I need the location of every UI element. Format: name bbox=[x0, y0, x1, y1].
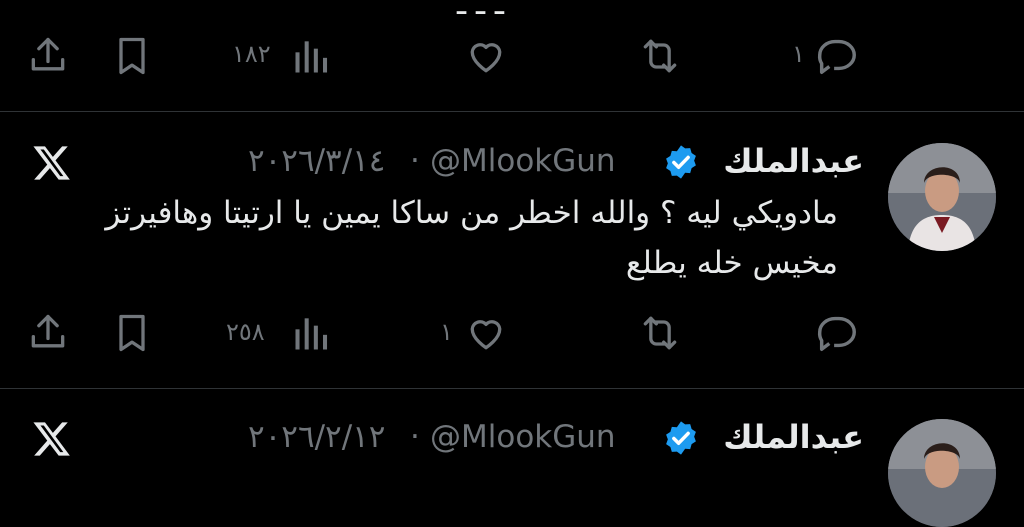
views-count: ٢٥٨ bbox=[226, 318, 265, 346]
previous-tweet-text-fragment: ـ ـ ـ bbox=[457, 0, 504, 22]
tweet-text: مادويكي ليه ؟ والله اخطر من ساكا يمين يا… bbox=[105, 195, 838, 281]
x-logo-icon[interactable] bbox=[30, 142, 74, 184]
handle[interactable]: @MlookGun bbox=[430, 422, 616, 453]
verified-badge-icon bbox=[662, 143, 700, 181]
verified-badge-icon bbox=[662, 419, 700, 457]
views-icon[interactable] bbox=[290, 34, 334, 78]
reply-icon[interactable] bbox=[814, 309, 860, 355]
tweet-divider bbox=[0, 111, 1024, 112]
share-icon[interactable] bbox=[26, 311, 70, 355]
tweet-date[interactable]: ٢٠٢٦/٣/١٤ bbox=[248, 146, 385, 177]
display-name[interactable]: عبدالملك bbox=[723, 421, 864, 453]
like-icon[interactable] bbox=[464, 34, 508, 78]
share-icon[interactable] bbox=[26, 34, 70, 78]
meta-separator: · bbox=[410, 143, 420, 179]
reply-icon[interactable] bbox=[814, 32, 860, 78]
avatar[interactable] bbox=[888, 419, 996, 527]
display-name[interactable]: عبدالملك bbox=[723, 145, 864, 177]
bookmark-icon[interactable] bbox=[110, 34, 154, 78]
reply-count: ١ bbox=[792, 40, 805, 68]
retweet-icon[interactable] bbox=[638, 34, 682, 78]
views-icon[interactable] bbox=[290, 311, 334, 355]
bookmark-icon[interactable] bbox=[110, 311, 154, 355]
handle[interactable]: @MlookGun bbox=[430, 146, 616, 177]
like-icon[interactable] bbox=[464, 311, 508, 355]
tweet-date[interactable]: ٢٠٢٦/٢/١٢ bbox=[248, 422, 385, 453]
x-logo-icon[interactable] bbox=[30, 418, 74, 460]
retweet-icon[interactable] bbox=[638, 311, 682, 355]
views-count: ١٨٢ bbox=[232, 40, 271, 68]
avatar[interactable] bbox=[888, 143, 996, 251]
tweet-divider bbox=[0, 388, 1024, 389]
meta-separator: · bbox=[410, 419, 420, 455]
like-count: ١ bbox=[440, 318, 453, 346]
